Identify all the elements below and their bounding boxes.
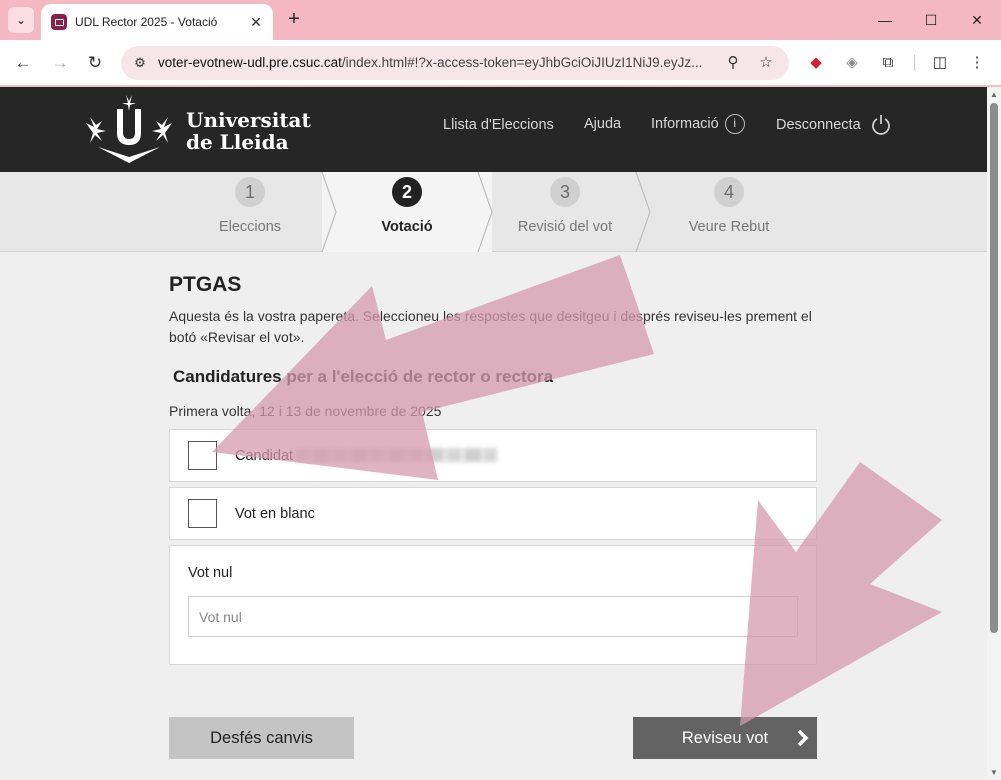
window-close-icon[interactable]: ✕ <box>965 8 989 32</box>
address-bar[interactable]: ⚙ voter-evotnew-udl.pre.csuc.cat/index.h… <box>121 46 789 80</box>
undo-changes-button[interactable]: Desfés canvis <box>169 717 354 759</box>
chevron-right-icon <box>797 729 809 747</box>
new-tab-plus-icon[interactable]: + <box>283 8 305 30</box>
browser-tab[interactable]: UDL Rector 2025 - Votació ✕ <box>41 4 273 40</box>
extension-icon-2[interactable]: ◈ <box>841 52 863 74</box>
review-vote-button[interactable]: Reviseu vot <box>633 717 817 759</box>
url-text[interactable]: voter-evotnew-udl.pre.csuc.cat/index.htm… <box>158 55 718 70</box>
scroll-up-icon[interactable]: ▲ <box>990 90 998 99</box>
url-host: voter-evotnew-udl.pre.csuc.cat <box>158 55 342 70</box>
favicon-icon <box>51 14 67 30</box>
power-icon <box>871 115 890 135</box>
browser-toolbar: ← → ↻ ⚙ voter-evotnew-udl.pre.csuc.cat/i… <box>0 40 1001 86</box>
star-icon[interactable]: ☆ <box>756 53 776 73</box>
extension-icon[interactable]: ◆ <box>805 52 827 74</box>
scroll-down-icon[interactable]: ▼ <box>990 768 998 777</box>
null-vote-label: Vot nul <box>188 565 233 581</box>
candidate-label-text: Candidat <box>235 448 294 464</box>
university-emblem-icon <box>86 95 172 163</box>
review-vote-label: Reviseu vot <box>681 728 769 747</box>
scroll-thumb[interactable] <box>990 103 998 633</box>
blank-vote-label: Vot en blanc <box>235 506 315 522</box>
page-viewport: Universitat de Lleida Llista d'Eleccions… <box>0 87 987 780</box>
browser-tab-bar: ⌄ UDL Rector 2025 - Votació ✕ + — ☐ ✕ <box>0 0 1001 40</box>
forward-icon[interactable]: → <box>48 51 72 75</box>
null-vote-box: Vot nul <box>169 545 817 665</box>
site-info-icon[interactable]: ⚙ <box>131 54 149 72</box>
profile-icon[interactable]: ◫ <box>929 52 951 74</box>
toolbar-divider <box>914 55 915 71</box>
option-blank-vote[interactable]: Vot en blanc <box>169 487 817 540</box>
candidate-label: Candidat <box>235 448 498 464</box>
tab-title: UDL Rector 2025 - Votació <box>75 15 218 29</box>
tab-list-icon[interactable]: ⌄ <box>8 7 34 33</box>
puzzle-icon[interactable]: ⧉ <box>877 52 899 74</box>
menu-icon[interactable]: ⋮ <box>966 52 988 74</box>
redacted-candidate-name <box>295 448 498 462</box>
candidate-checkbox[interactable] <box>188 441 217 470</box>
reload-icon[interactable]: ↻ <box>83 51 107 75</box>
zoom-icon[interactable]: ⚲ <box>723 53 743 73</box>
page-scrollbar[interactable]: ▲ ▼ <box>987 87 1001 780</box>
option-candidate[interactable]: Candidat <box>169 429 817 482</box>
blank-vote-checkbox[interactable] <box>188 499 217 528</box>
url-path: /index.html#!?x-access-token=eyJhbGciOiJ… <box>341 55 703 70</box>
null-vote-input[interactable] <box>188 596 798 637</box>
maximize-icon[interactable]: ☐ <box>919 8 943 32</box>
ballot-options: Candidat Vot en blanc Vot nul <box>169 87 817 780</box>
back-icon[interactable]: ← <box>11 51 35 75</box>
minimize-icon[interactable]: — <box>873 8 897 32</box>
close-icon[interactable]: ✕ <box>247 13 265 31</box>
